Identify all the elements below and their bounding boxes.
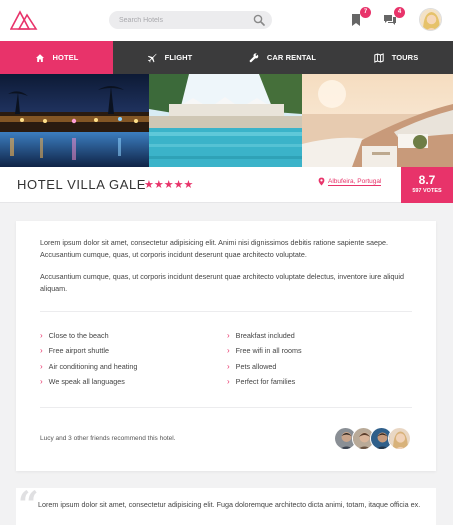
airplane-icon (147, 53, 157, 62)
gallery-photo-day-pool[interactable] (149, 74, 302, 167)
bookmarks-button[interactable]: 7 (349, 7, 371, 27)
main-nav: HOTEL FLIGHT CAR RENTAL TOURS (0, 41, 453, 74)
quote-mark-icon: “ (18, 484, 39, 525)
amenity-label: We speak all languages (48, 377, 125, 386)
tab-hotel-label: HOTEL (52, 53, 79, 62)
description-paragraph-2: Accusantium cumque, quas, ut corporis in… (40, 272, 404, 293)
hotel-location-link[interactable]: Albufeira, Portugal (328, 178, 382, 186)
chevron-right-icon: › (227, 362, 230, 371)
chevron-right-icon: › (40, 331, 43, 340)
amenity-label: Air conditioning and heating (48, 362, 138, 371)
amenity-item: › Close to the beach (40, 331, 109, 340)
logo-icon[interactable] (10, 9, 38, 31)
chevron-right-icon: › (40, 346, 43, 355)
bookmarks-badge: 7 (360, 7, 371, 18)
tab-hotel[interactable]: HOTEL (0, 41, 113, 74)
tab-tours[interactable]: TOURS (339, 41, 453, 74)
hotel-details-card: Lorem ipsum dolor sit amet, consectetur … (16, 221, 436, 471)
amenity-label: Pets allowed (235, 362, 277, 371)
gallery-photo-seaside[interactable] (302, 74, 453, 167)
amenity-label: Free airport shuttle (48, 346, 109, 355)
chevron-right-icon: › (40, 377, 43, 386)
hotel-score-box: 8.7 597 VOTES (401, 167, 453, 203)
hotel-star-rating: ★★★★★ (144, 179, 194, 191)
amenity-item: › Breakfast included (227, 331, 295, 340)
review-card: “ Lorem ipsum dolor sit amet, consectetu… (16, 484, 436, 525)
gallery-photo-night-pool[interactable] (0, 74, 149, 167)
map-icon (373, 52, 384, 63)
amenity-item: › Free wifi in all rooms (227, 346, 302, 355)
user-avatar-image (420, 9, 441, 30)
divider (40, 311, 412, 312)
top-bar: 7 4 (0, 0, 453, 41)
home-icon (35, 53, 44, 62)
chevron-right-icon: › (227, 346, 230, 355)
chevron-right-icon: › (40, 362, 43, 371)
hotel-gallery (0, 74, 453, 167)
tab-flight[interactable]: FLIGHT (113, 41, 226, 74)
hotel-name: HOTEL VILLA GALE (17, 177, 147, 192)
amenity-item: › Perfect for families (227, 377, 295, 386)
chevron-right-icon: › (227, 331, 230, 340)
hotel-title-bar: HOTEL VILLA GALE ★★★★★ Albufeira, Portug… (0, 167, 453, 203)
hotel-votes: 597 VOTES (412, 188, 442, 194)
amenity-label: Breakfast included (235, 331, 295, 340)
review-text: Lorem ipsum dolor sit amet, consectetur … (38, 500, 421, 509)
friends-recommend-text: Lucy and 3 other friends recommend this … (40, 435, 176, 442)
hotel-score: 8.7 (418, 173, 436, 187)
messages-button[interactable]: 4 (383, 7, 405, 27)
tab-tours-label: TOURS (391, 53, 419, 62)
messages-badge: 4 (394, 7, 405, 18)
friend-avatars (334, 427, 411, 450)
search-icon[interactable] (253, 14, 265, 26)
amenity-item: › We speak all languages (40, 377, 125, 386)
tab-flight-label: FLIGHT (164, 53, 193, 62)
description-paragraph-1: Lorem ipsum dolor sit amet, consectetur … (40, 238, 388, 259)
user-avatar[interactable] (419, 8, 442, 31)
search-bar (109, 11, 272, 29)
amenity-label: Perfect for families (235, 377, 296, 386)
chevron-right-icon: › (227, 377, 230, 386)
search-input[interactable] (119, 11, 249, 29)
friend-avatar[interactable] (388, 427, 411, 450)
tab-car-rental-label: CAR RENTAL (266, 53, 317, 62)
amenity-item: › Free airport shuttle (40, 346, 109, 355)
amenity-label: Close to the beach (48, 331, 109, 340)
tab-car-rental[interactable]: CAR RENTAL (226, 41, 339, 74)
amenity-item: › Air conditioning and heating (40, 362, 137, 371)
amenity-label: Free wifi in all rooms (235, 346, 302, 355)
amenity-item: › Pets allowed (227, 362, 276, 371)
hotel-location[interactable]: Albufeira, Portugal (318, 177, 382, 186)
location-pin-icon (318, 177, 325, 186)
wrench-icon (249, 52, 259, 62)
divider (40, 407, 412, 408)
